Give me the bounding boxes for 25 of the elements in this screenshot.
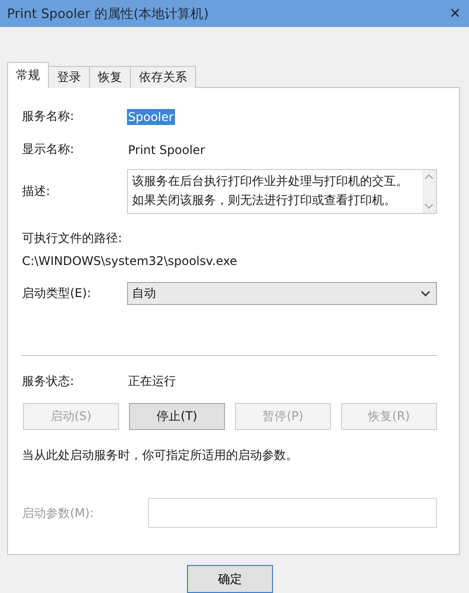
ok-button[interactable]: 确定: [187, 565, 273, 593]
field-label: 启动参数(M):: [22, 504, 95, 522]
hint-text: 当从此处启动服务时，你可指定所适用的启动参数。: [22, 447, 299, 464]
tab[interactable]: 常规: [7, 62, 49, 88]
service-name-value: Spooler: [127, 108, 175, 125]
field-label: 描述:: [22, 183, 52, 200]
window-title: Print Spooler 的属性(本地计算机): [7, 6, 209, 22]
description-box[interactable]: 该服务在后台执行打印作业并处理与打印机的交互。如果关闭该服务，则无法进行打印或查看打印机。: [127, 169, 437, 214]
chevron-down-icon: [421, 290, 430, 297]
field-label: 服务状态:: [22, 373, 76, 390]
path-label: 可执行文件的路径:: [22, 230, 124, 248]
service-button[interactable]: 停止(T): [129, 403, 225, 430]
field-label: 启动类型(E):: [22, 285, 92, 302]
display-name-value: Print Spooler: [127, 142, 206, 158]
field-label: 显示名称:: [22, 141, 76, 158]
scroll-down-icon: [425, 204, 433, 210]
startup-type-dropdown[interactable]: 自动: [127, 282, 437, 306]
field-label: 服务名称:: [22, 108, 76, 126]
status-value: 正在运行: [127, 373, 177, 390]
tab[interactable]: 恢复: [89, 66, 131, 88]
close-button[interactable]: ✕: [449, 6, 461, 22]
path-value: C:\WINDOWS\system32\spoolsv.exe: [22, 254, 238, 268]
scroll-up-icon: [425, 174, 433, 180]
tab[interactable]: 登录: [48, 66, 90, 88]
tab[interactable]: 依存关系: [130, 66, 196, 88]
